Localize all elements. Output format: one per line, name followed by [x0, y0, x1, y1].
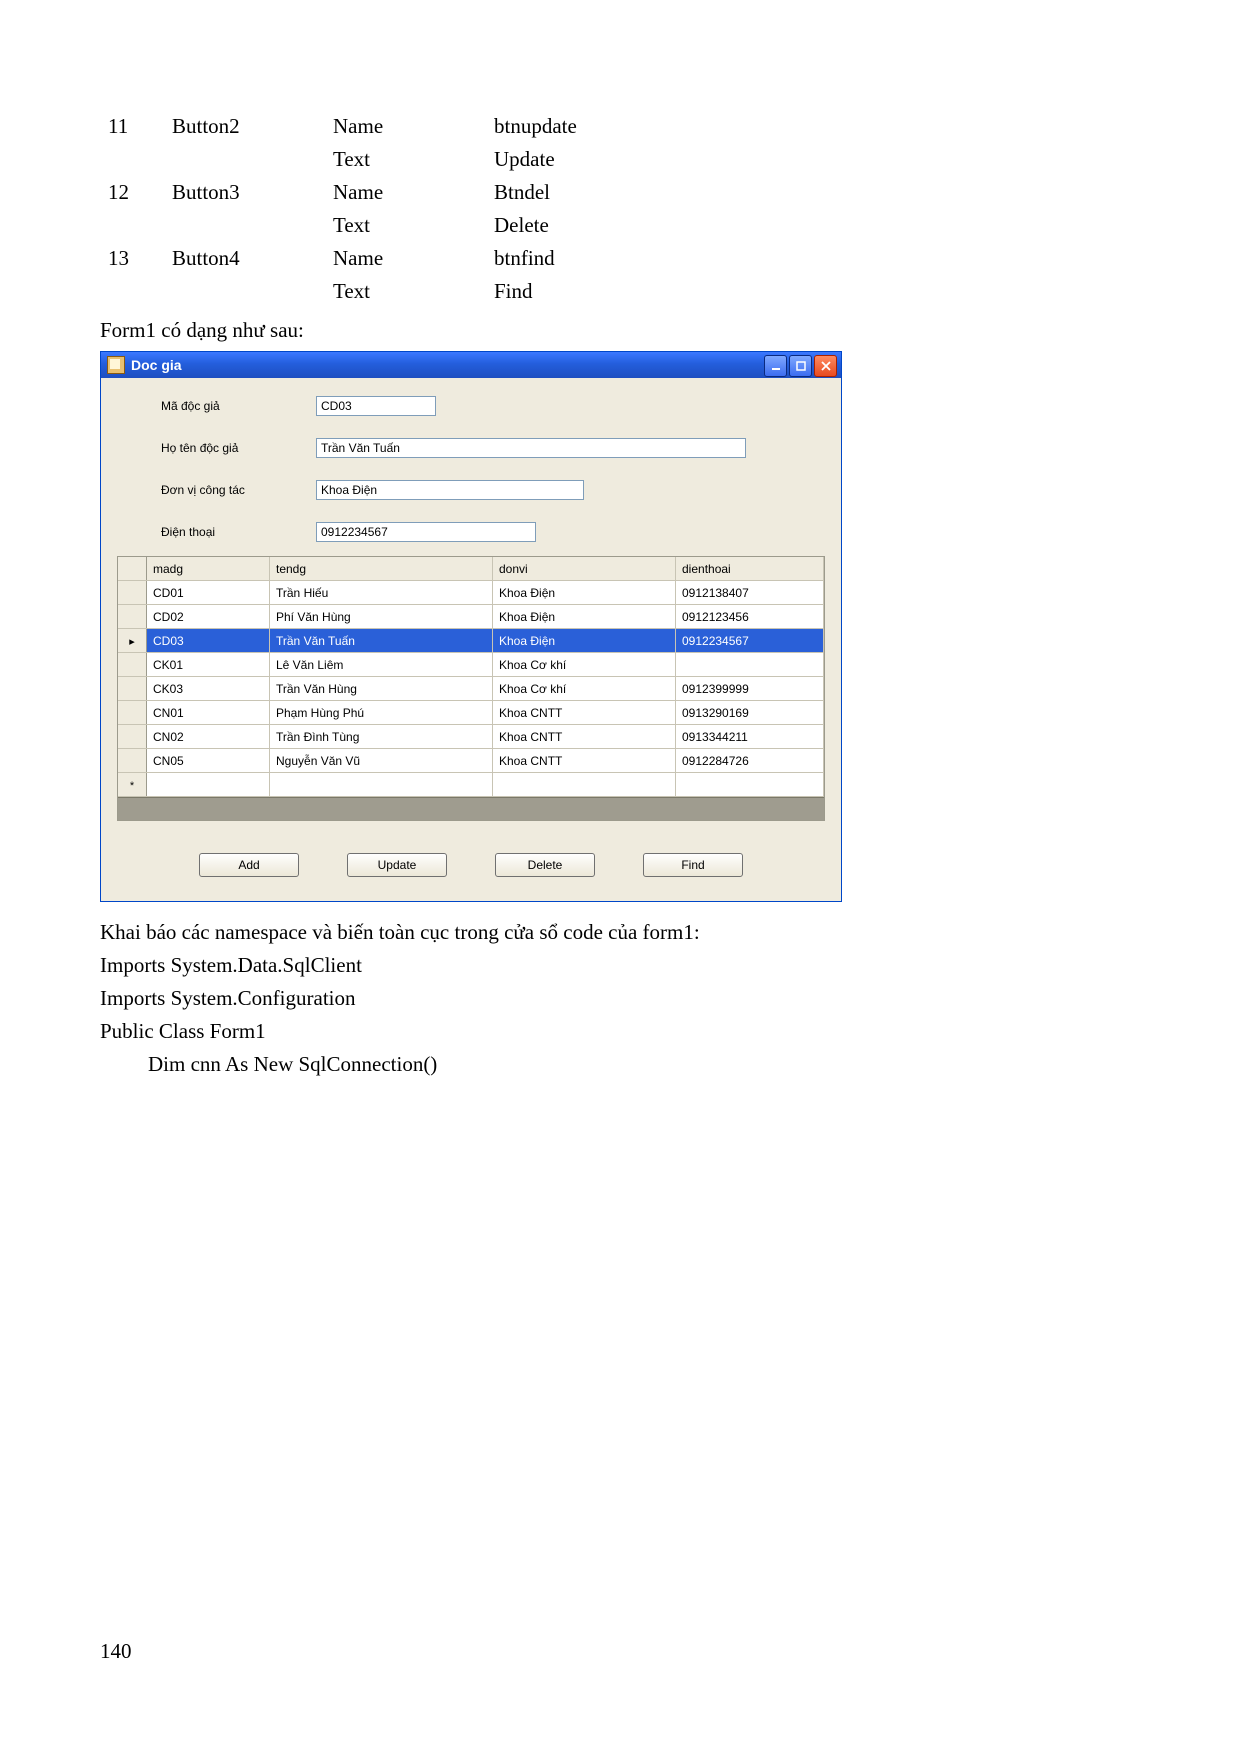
donvi-label: Đơn vị công tác [161, 483, 316, 497]
grid-cell[interactable]: Khoa CNTT [493, 725, 676, 749]
grid-cell[interactable]: Khoa CNTT [493, 749, 676, 773]
grid-row-header[interactable] [118, 677, 147, 701]
grid-new-row[interactable]: * [118, 773, 147, 797]
prop-name: Text [325, 209, 486, 242]
titlebar[interactable]: Doc gia [101, 352, 841, 378]
grid-cell[interactable]: 0913290169 [676, 701, 824, 725]
grid-cell[interactable] [270, 773, 493, 797]
grid-cell[interactable]: Nguyễn Văn Vũ [270, 749, 493, 773]
grid-row-header[interactable] [118, 749, 147, 773]
grid-cell[interactable]: CD01 [147, 581, 270, 605]
grid-cell[interactable]: Trần Đình Tùng [270, 725, 493, 749]
tendg-label: Họ tên độc giả [161, 441, 316, 455]
prop-name: Text [325, 143, 486, 176]
grid-cell[interactable]: Phí Văn Hùng [270, 605, 493, 629]
donvi-input[interactable] [316, 480, 584, 500]
madg-input[interactable] [316, 396, 436, 416]
find-button[interactable]: Find [643, 853, 743, 877]
prop-name: Text [325, 275, 486, 308]
grid-header[interactable]: madg [147, 557, 270, 581]
prop-value: btnfind [486, 242, 682, 275]
prop-value: Update [486, 143, 682, 176]
prop-name: Name [325, 110, 486, 143]
close-button[interactable] [814, 355, 837, 377]
prop-control: Button2 [164, 110, 325, 176]
grid-row-header[interactable] [118, 605, 147, 629]
form-window: Doc gia Mã độc giả Họ tê [100, 351, 842, 902]
grid-header[interactable]: dienthoai [676, 557, 824, 581]
code-line: Imports System.Configuration [100, 986, 1140, 1011]
code-line: Public Class Form1 [100, 1019, 1140, 1044]
app-icon [107, 356, 125, 374]
prop-value: Btndel [486, 176, 682, 209]
grid-row-header[interactable] [118, 701, 147, 725]
prop-num: 12 [100, 176, 164, 242]
grid-cell[interactable]: 0912234567 [676, 629, 824, 653]
grid-corner [118, 557, 147, 581]
prop-value: Find [486, 275, 682, 308]
grid-cell[interactable]: Khoa Điện [493, 605, 676, 629]
grid-header[interactable]: donvi [493, 557, 676, 581]
code-line: Imports System.Data.SqlClient [100, 953, 1140, 978]
grid-header[interactable]: tendg [270, 557, 493, 581]
prop-control: Button3 [164, 176, 325, 242]
grid-cell[interactable]: Khoa Điện [493, 629, 676, 653]
grid-cell[interactable]: 0912284726 [676, 749, 824, 773]
prop-control: Button4 [164, 242, 325, 308]
grid-footer-bar [118, 797, 824, 820]
madg-label: Mã độc giả [161, 399, 316, 413]
data-grid[interactable]: madgtendgdonvidienthoaiCD01Trần HiếuKhoa… [117, 556, 825, 821]
page-number: 140 [100, 1639, 132, 1664]
grid-row-header[interactable] [118, 725, 147, 749]
grid-cell[interactable]: CK03 [147, 677, 270, 701]
prop-num: 11 [100, 110, 164, 176]
add-button[interactable]: Add [199, 853, 299, 877]
grid-cell[interactable] [676, 773, 824, 797]
grid-cell[interactable]: Trần Văn Hùng [270, 677, 493, 701]
grid-cell[interactable] [147, 773, 270, 797]
code-text: Khai báo các namespace và biến toàn cục … [100, 920, 1140, 1077]
grid-cell[interactable]: Trần Văn Tuấn [270, 629, 493, 653]
grid-cell[interactable]: CN01 [147, 701, 270, 725]
grid-cell[interactable]: Trần Hiếu [270, 581, 493, 605]
grid-row-header[interactable] [118, 653, 147, 677]
prop-num: 13 [100, 242, 164, 308]
grid-cell[interactable]: 0912138407 [676, 581, 824, 605]
grid-cell[interactable]: Khoa CNTT [493, 701, 676, 725]
form-caption: Form1 có dạng như sau: [100, 318, 1140, 343]
grid-row-header[interactable] [118, 581, 147, 605]
prop-value: Delete [486, 209, 682, 242]
code-line: Khai báo các namespace và biến toàn cục … [100, 920, 1140, 945]
grid-cell[interactable]: CN02 [147, 725, 270, 749]
prop-value: btnupdate [486, 110, 682, 143]
prop-name: Name [325, 176, 486, 209]
grid-cell[interactable] [493, 773, 676, 797]
update-button[interactable]: Update [347, 853, 447, 877]
maximize-button[interactable] [789, 355, 812, 377]
code-line: Dim cnn As New SqlConnection() [100, 1052, 1140, 1077]
grid-cell[interactable]: 0912123456 [676, 605, 824, 629]
grid-cell[interactable]: Khoa Cơ khí [493, 653, 676, 677]
minimize-button[interactable] [764, 355, 787, 377]
grid-cell[interactable]: Lê Văn Liêm [270, 653, 493, 677]
grid-cell[interactable]: CD03 [147, 629, 270, 653]
grid-cell[interactable]: Phạm Hùng Phú [270, 701, 493, 725]
grid-cell[interactable] [676, 653, 824, 677]
grid-cell[interactable]: Khoa Điện [493, 581, 676, 605]
grid-cell[interactable]: CD02 [147, 605, 270, 629]
properties-table: 11Button2NamebtnupdateTextUpdate12Button… [100, 110, 682, 308]
grid-cell[interactable]: 0913344211 [676, 725, 824, 749]
window-title: Doc gia [131, 357, 182, 373]
grid-cell[interactable]: CN05 [147, 749, 270, 773]
grid-row-header[interactable]: ▸ [118, 629, 147, 653]
delete-button[interactable]: Delete [495, 853, 595, 877]
grid-cell[interactable]: Khoa Cơ khí [493, 677, 676, 701]
grid-cell[interactable]: 0912399999 [676, 677, 824, 701]
prop-name: Name [325, 242, 486, 275]
grid-cell[interactable]: CK01 [147, 653, 270, 677]
tendg-input[interactable] [316, 438, 746, 458]
dienthoai-label: Điện thoại [161, 525, 316, 539]
dienthoai-input[interactable] [316, 522, 536, 542]
